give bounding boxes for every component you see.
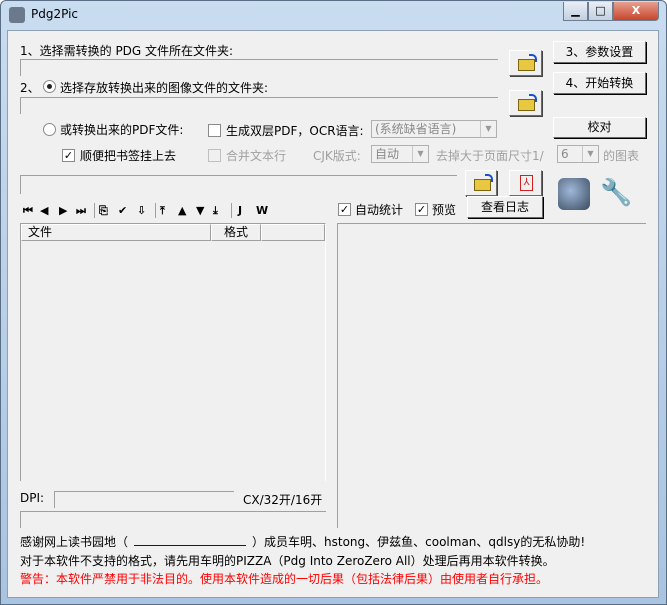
website-link[interactable] [134,534,247,546]
app-tool-icon[interactable] [558,178,590,210]
preview-checkbox[interactable]: ✓ [415,203,428,216]
chevron-down-icon: ▼ [480,121,496,137]
cjk-label: CJK版式: [313,149,361,163]
column-header-format[interactable]: 格式 [211,224,261,241]
view-log-button[interactable]: 查看日志 [467,196,543,218]
chevron-down-icon: ▼ [582,146,598,162]
app-icon [9,7,25,23]
undo-file-icon[interactable]: ⎘ [99,204,108,218]
ocr-language-select[interactable]: (系统缺省语言) ▼ [371,120,497,138]
proofread-button[interactable]: 校对 [553,117,646,138]
toolbar-divider [155,203,156,218]
move-bottom-icon[interactable]: ⤓ [213,204,218,218]
browse-image-folder-button[interactable] [509,90,542,116]
move-down-icon[interactable]: ▼ [196,204,204,217]
pdf-output-radio[interactable] [43,123,56,136]
prev-icon[interactable]: ◀ [40,204,48,217]
bookmark-checkbox[interactable]: ✓ [62,149,75,162]
step2-prefix: 2、 [20,81,40,95]
browse-pdg-folder-button[interactable] [509,50,542,76]
check-icon[interactable]: ✔ [118,204,127,217]
settings-button[interactable]: 3、参数设置 [553,41,646,63]
warning-text: 警告：本软件严禁用于非法目的。使用本软件造成的一切后果（包括法律后果）由使用者自… [20,572,549,586]
j-icon[interactable]: J [238,204,242,217]
close-button[interactable]: X [613,2,659,21]
remove-size-label: 去掉大于页面尺寸1/ [436,149,544,163]
minimize-button[interactable]: ▁ [563,2,588,21]
pdf-output-label: 或转换出来的PDF文件: [60,123,184,137]
last-icon[interactable]: ⏭ [76,204,86,218]
file-list[interactable] [20,223,326,481]
window-title: Pdg2Pic [31,7,79,21]
toolbar-divider [231,203,232,218]
merge-lines-label: 合并文本行 [226,149,287,163]
folder-icon [518,54,537,71]
folder-icon [474,174,493,191]
status-field [20,511,326,528]
credits-post: ）成员车明、hstong、伊兹鱼、coolman、qdlsy的无私协助! [252,535,586,549]
bookmark-label: 顺便把书签挂上去 [80,149,177,163]
image-folder-input[interactable] [20,97,498,114]
auto-stat-checkbox[interactable]: ✓ [338,203,351,216]
folder-icon [518,94,537,111]
cjk-layout-value: 自动 [375,147,400,161]
pdg-folder-input[interactable] [20,59,498,76]
auto-stat-label: 自动统计 [355,203,404,217]
maximize-button[interactable]: □ [588,2,613,21]
note-text: 对于本软件不支持的格式，请先用车明的PIZZA（Pdg Into ZeroZer… [20,554,555,568]
browse-pdf-button[interactable] [465,170,497,196]
column-header-extra[interactable] [261,224,325,241]
remove-size-select[interactable]: 6 ▼ [557,145,599,163]
cjk-layout-select[interactable]: 自动 ▼ [371,145,429,163]
dual-layer-pdf-checkbox[interactable] [208,124,221,137]
next-icon[interactable]: ▶ [59,204,67,217]
credits-text: 感谢网上读书园地（ ）成员车明、hstong、伊兹鱼、coolman、qdlsy的… [20,533,585,550]
column-header-file[interactable]: 文件 [21,224,211,241]
pdf-file-input[interactable] [20,175,457,194]
size-label: CX/32开/16开 [243,493,323,507]
file-down-icon[interactable]: ⇩ [137,204,146,217]
merge-lines-checkbox[interactable] [208,149,221,162]
preview-panel [337,223,646,528]
dual-layer-pdf-label: 生成双层PDF，OCR语言: [226,124,364,138]
remove-size-value: 6 [561,147,569,161]
w-icon[interactable]: W [256,204,268,217]
ocr-language-value: (系统缺省语言) [375,122,457,136]
open-pdf-button[interactable]: ⅄ [509,170,542,196]
first-icon[interactable]: ⏮ [23,204,33,218]
pdf-icon: ⅄ [520,175,533,191]
step1-label: 1、选择需转换的 PDG 文件所在文件夹: [20,44,234,58]
preview-label: 预览 [432,203,457,217]
step2-label: 选择存放转换出来的图像文件的文件夹: [60,81,269,95]
dpi-input[interactable] [54,491,234,508]
move-top-icon[interactable]: ⤒ [160,204,165,218]
image-folder-radio[interactable] [43,80,56,93]
start-convert-button[interactable]: 4、开始转换 [553,72,646,94]
chart-label: 的图表 [603,149,640,163]
toolbar-divider [94,203,95,218]
dpi-label: DPI: [20,491,45,505]
credits-pre: 感谢网上读书园地（ [20,535,129,549]
tools-wrench-icon[interactable]: 🔧 [600,178,632,210]
chevron-down-icon: ▼ [412,146,428,162]
move-up-icon[interactable]: ▲ [178,204,186,217]
